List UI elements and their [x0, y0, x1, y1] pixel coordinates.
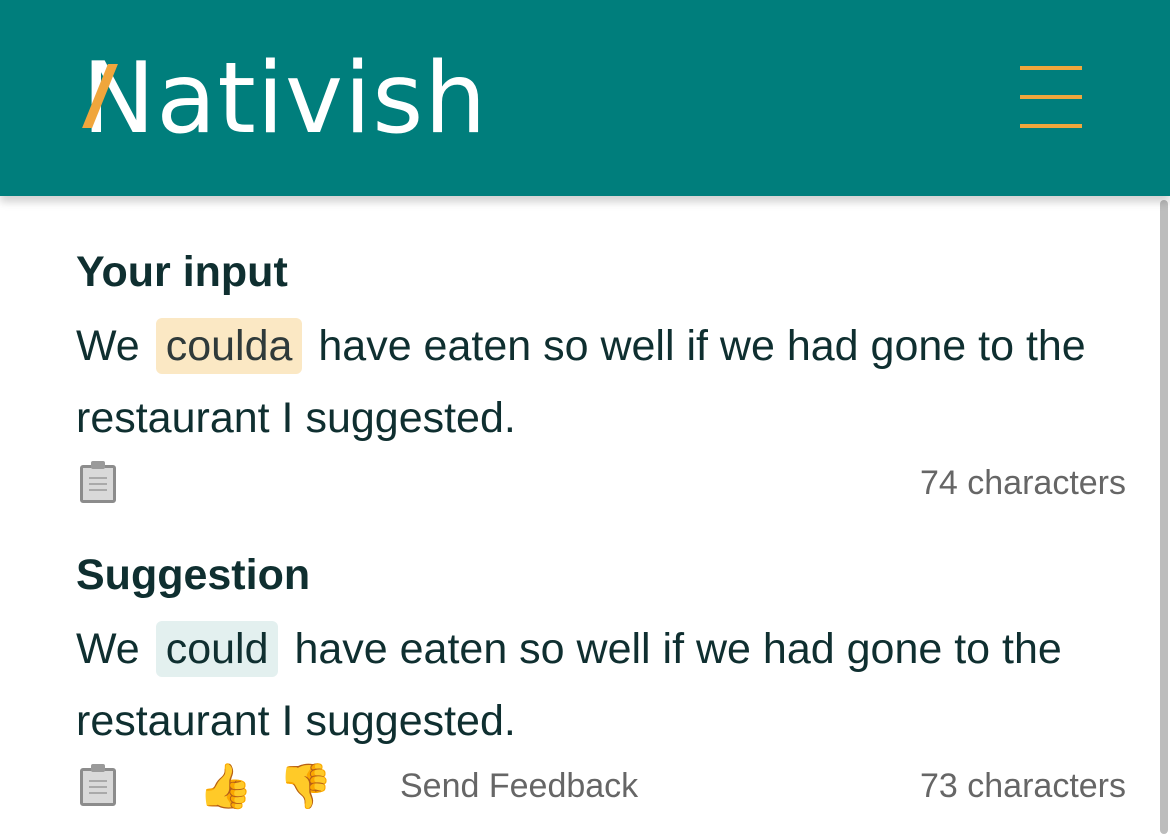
copy-input-clipboard-icon[interactable] — [80, 461, 116, 503]
thumbs-down-icon[interactable]: 👎 — [278, 760, 333, 812]
suggestion-text-before: We — [76, 625, 140, 673]
input-text-before: We — [76, 322, 140, 370]
app-header: Nativish — [0, 0, 1170, 196]
input-sentence: We coulda have eaten so well if we had g… — [76, 310, 1136, 454]
input-section-title: Your input — [76, 248, 288, 296]
hamburger-icon-bar — [1020, 124, 1082, 128]
suggestion-section-title: Suggestion — [76, 551, 311, 599]
suggestion-highlighted-word[interactable]: could — [155, 621, 279, 677]
hamburger-menu-button[interactable] — [1020, 66, 1082, 128]
copy-suggestion-clipboard-icon[interactable] — [80, 764, 116, 806]
thumbs-up-icon[interactable]: 👍 — [198, 760, 253, 812]
input-character-count: 74 characters — [920, 464, 1126, 502]
nativish-logo[interactable]: Nativish — [82, 34, 487, 164]
send-feedback-link[interactable]: Send Feedback — [400, 767, 638, 806]
input-highlighted-word[interactable]: coulda — [155, 318, 303, 374]
vertical-scrollbar[interactable] — [1160, 200, 1168, 834]
hamburger-icon — [1020, 66, 1082, 70]
suggestion-character-count: 73 characters — [920, 767, 1126, 805]
suggestion-sentence: We could have eaten so well if we had go… — [76, 613, 1136, 757]
hamburger-icon-bar — [1020, 95, 1082, 99]
